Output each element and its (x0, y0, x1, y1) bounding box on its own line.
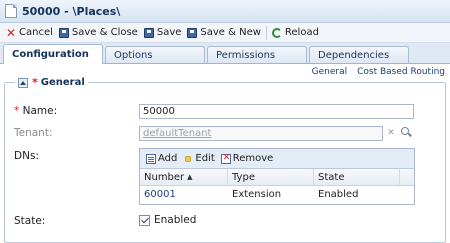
column-number-label: Number (144, 171, 185, 183)
sort-asc-icon: ▲ (187, 173, 193, 181)
save-close-button[interactable]: Save & Close (56, 24, 141, 42)
tab-configuration[interactable]: Configuration (3, 44, 103, 64)
reload-label: Reload (284, 27, 319, 38)
name-input[interactable]: 50000 (139, 104, 414, 119)
general-link[interactable]: General (312, 67, 347, 77)
add-label: Add (158, 153, 178, 164)
dns-label: DNs: (14, 150, 39, 162)
tenant-input[interactable]: defaultTenant (139, 126, 383, 141)
cancel-label: Cancel (19, 27, 53, 38)
main-toolbar: ✕ Cancel Save & Close Save Save & New Re… (0, 23, 450, 43)
save-new-button[interactable]: Save & New (184, 24, 264, 42)
dns-grid-toolbar: Add Edit Remove (140, 149, 414, 169)
window-title: 50000 - \Places\ (22, 4, 121, 18)
edit-gear-icon (183, 153, 194, 164)
save-disk-icon (187, 27, 198, 38)
save-disk-icon (58, 27, 69, 38)
save-button[interactable]: Save (141, 24, 185, 42)
dns-grid: Add Edit Remove Number ▲ Type State 6000… (139, 148, 415, 205)
window-titlebar: 50000 - \Places\ (0, 0, 450, 23)
cancel-button[interactable]: ✕ Cancel (3, 24, 56, 42)
cell-state: Enabled (318, 189, 359, 200)
add-icon (146, 153, 156, 164)
edit-button[interactable]: Edit (180, 153, 217, 164)
column-header-type[interactable]: Type (228, 169, 314, 185)
cell-number[interactable]: 60001 (140, 186, 228, 203)
tab-permissions[interactable]: Permissions (207, 46, 307, 63)
edit-label: Edit (195, 153, 215, 164)
column-header-filler (400, 169, 414, 185)
state-label: State: (14, 215, 46, 227)
save-new-label: Save & New (200, 27, 261, 38)
grid-header: Number ▲ Type State (140, 169, 414, 186)
section-links: General Cost Based Routing (312, 67, 445, 77)
add-button[interactable]: Add (143, 153, 180, 164)
collapse-button[interactable] (18, 77, 28, 88)
state-value: Enabled (154, 214, 197, 226)
column-header-state[interactable]: State (314, 169, 400, 185)
search-icon[interactable] (400, 126, 412, 139)
cancel-icon: ✕ (6, 25, 17, 40)
clear-icon[interactable]: ✕ (385, 126, 397, 139)
state-checkbox[interactable] (139, 215, 150, 226)
column-header-number[interactable]: Number ▲ (140, 169, 228, 185)
remove-label: Remove (232, 153, 274, 164)
name-label: * Name: (14, 105, 57, 117)
name-label-text: Name: (22, 105, 58, 117)
reload-icon (271, 27, 282, 38)
tab-strip: Configuration Options Permissions Depend… (0, 43, 450, 64)
remove-icon (220, 153, 231, 164)
remove-button[interactable]: Remove (218, 153, 277, 164)
tab-options[interactable]: Options (105, 46, 205, 63)
save-label: Save (156, 27, 182, 38)
cell-type: Extension (232, 189, 282, 200)
section-header: * General (15, 76, 88, 89)
tab-dependencies[interactable]: Dependencies (309, 46, 409, 63)
toolbar-separator (265, 25, 267, 40)
required-marker: * (14, 105, 23, 117)
section-title: General (40, 77, 85, 88)
required-marker: * (32, 76, 38, 89)
save-disk-icon (143, 27, 154, 38)
tenant-label: Tenant: (14, 127, 53, 139)
chevron-up-icon (20, 80, 26, 85)
table-row[interactable]: 60001 Extension Enabled (140, 186, 414, 203)
page-icon (5, 4, 17, 18)
reload-button[interactable]: Reload (269, 24, 322, 42)
save-close-label: Save & Close (71, 27, 138, 38)
cost-routing-link[interactable]: Cost Based Routing (357, 67, 445, 77)
